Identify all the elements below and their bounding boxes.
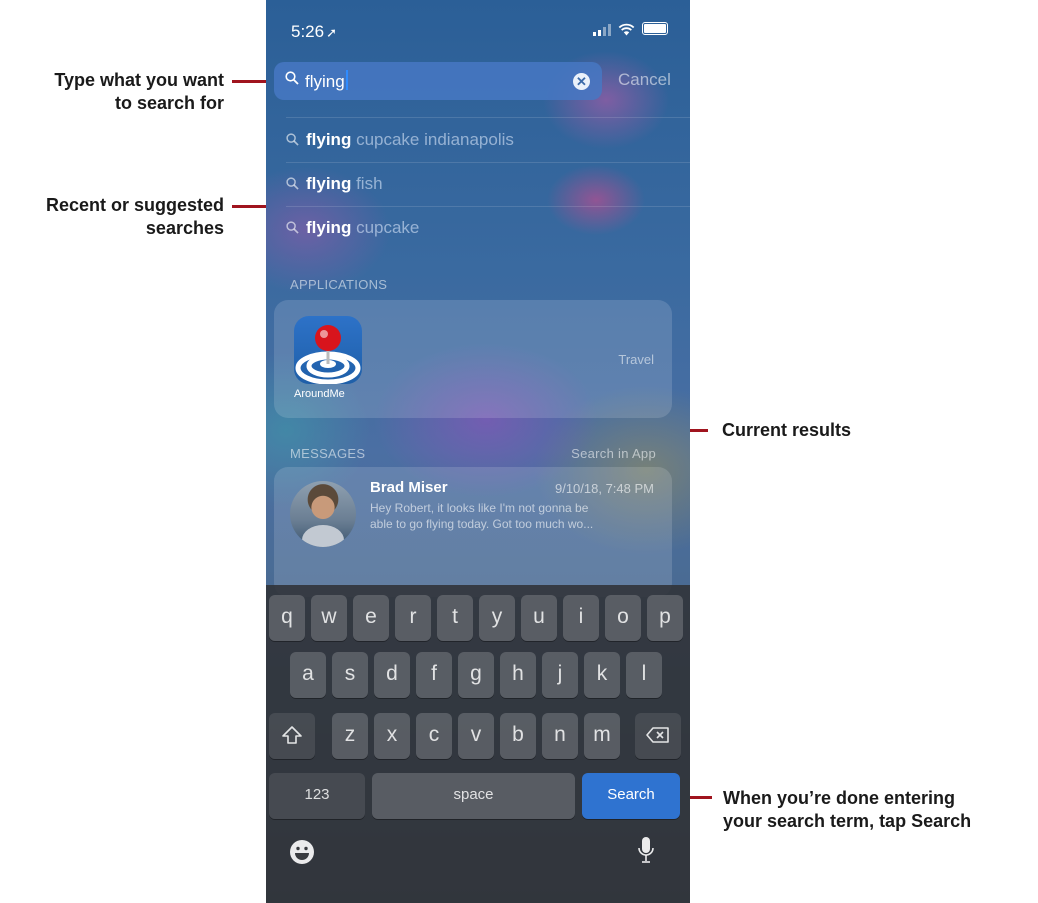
search-in-app-link[interactable]: Search in App [571,446,656,461]
key-t[interactable]: t [437,595,473,641]
search-input[interactable]: flying ✕ [274,62,602,100]
search-icon [285,71,299,85]
key-l[interactable]: l [626,652,662,698]
clear-text-icon[interactable]: ✕ [573,73,590,90]
search-query-text: flying [305,72,345,91]
key-w[interactable]: w [311,595,347,641]
aroundme-app-icon[interactable] [294,316,362,384]
keyboard: q w e r t y u i o p a s d f g h j k l z … [266,585,690,903]
key-m[interactable]: m [584,713,620,759]
key-d[interactable]: d [374,652,410,698]
time-text: 5:26 [291,22,325,41]
callout-recent-searches: Recent or suggested searches [4,194,224,240]
suggestion-rest: fish [351,174,383,193]
suggestion-match: flying [306,130,352,149]
cancel-button[interactable]: Cancel [618,70,671,90]
key-k[interactable]: k [584,652,620,698]
callout-current-results: Current results [722,420,852,440]
status-bar: 5:26 ➚ [266,0,690,60]
suggestion-text: flying cupcake indianapolis [306,130,514,150]
section-header-messages: MESSAGES [290,446,366,461]
suggestion-item[interactable]: flying fish [286,163,666,207]
location-target-icon [295,325,361,384]
cellular-signal-icon [593,24,611,36]
key-v[interactable]: v [458,713,494,759]
key-q[interactable]: q [269,595,305,641]
section-header-applications: APPLICATIONS [290,277,388,292]
key-u[interactable]: u [521,595,557,641]
callout-line-2: to search for [114,93,224,113]
battery-icon [642,22,668,35]
divider [286,117,690,118]
callout-line-1: Recent or suggested [45,195,224,215]
microphone-icon[interactable] [636,835,656,867]
search-query: flying [305,70,348,92]
key-f[interactable]: f [416,652,452,698]
callout-line-2: your search term, tap Search [723,811,972,831]
space-bar[interactable]: space [372,773,575,819]
suggestion-rest: cupcake indianapolis [351,130,514,149]
key-b[interactable]: b [500,713,536,759]
application-result-card[interactable]: AroundMe Travel [274,300,672,418]
search-key[interactable]: Search [582,773,680,819]
suggestion-text: flying fish [306,174,383,194]
app-category: Travel [618,352,654,367]
key-s[interactable]: s [332,652,368,698]
suggestion-match: flying [306,174,352,193]
suggestion-item[interactable]: flying cupcake [286,207,666,251]
suggestion-match: flying [306,218,352,237]
backspace-icon [646,727,669,744]
message-date: 9/10/18, 7:48 PM [554,481,654,496]
suggestion-rest: cupcake [351,218,420,237]
key-y[interactable]: y [479,595,515,641]
search-icon [286,133,299,146]
avatar [290,481,356,547]
callout-line-1: Type what you want [54,70,224,90]
key-g[interactable]: g [458,652,494,698]
callout-line-2: searches [145,218,224,238]
key-a[interactable]: a [290,652,326,698]
delete-key[interactable] [635,713,681,759]
suggestion-item[interactable]: flying cupcake indianapolis [286,119,666,163]
shift-icon [282,726,302,745]
message-preview-line: able to go flying today. Got too much wo… [370,517,594,531]
wifi-icon [618,23,635,36]
search-icon [286,221,299,234]
key-z[interactable]: z [332,713,368,759]
key-p[interactable]: p [647,595,683,641]
callout-type-search: Type what you want to search for [8,69,224,115]
key-n[interactable]: n [542,713,578,759]
message-sender: Brad Miser [370,479,448,496]
message-result-card[interactable]: Brad Miser 9/10/18, 7:48 PM Hey Robert, … [274,467,672,597]
shift-key[interactable] [269,713,315,759]
key-h[interactable]: h [500,652,536,698]
callout-line-1: When you’re done entering [723,788,956,808]
phone-screen: 5:26 ➚ flying ✕ Cancel flying cupcake ind… [266,0,690,903]
app-name: AroundMe [294,388,345,400]
key-o[interactable]: o [605,595,641,641]
key-c[interactable]: c [416,713,452,759]
suggestion-text: flying cupcake [306,218,419,238]
key-x[interactable]: x [374,713,410,759]
callout-tap-search: When you’re done entering your search te… [723,787,971,833]
search-icon [286,177,299,190]
numbers-key[interactable]: 123 [269,773,365,819]
key-e[interactable]: e [353,595,389,641]
status-time: 5:26 ➚ [291,22,337,42]
key-i[interactable]: i [563,595,599,641]
key-j[interactable]: j [542,652,578,698]
emoji-icon[interactable] [288,838,316,866]
message-preview-line: Hey Robert, it looks like I'm not gonna … [370,501,589,515]
location-arrow-icon: ➚ [326,25,337,40]
message-preview: Hey Robert, it looks like I'm not gonna … [370,500,670,532]
text-cursor [345,70,348,90]
key-r[interactable]: r [395,595,431,641]
status-icons [593,22,668,36]
